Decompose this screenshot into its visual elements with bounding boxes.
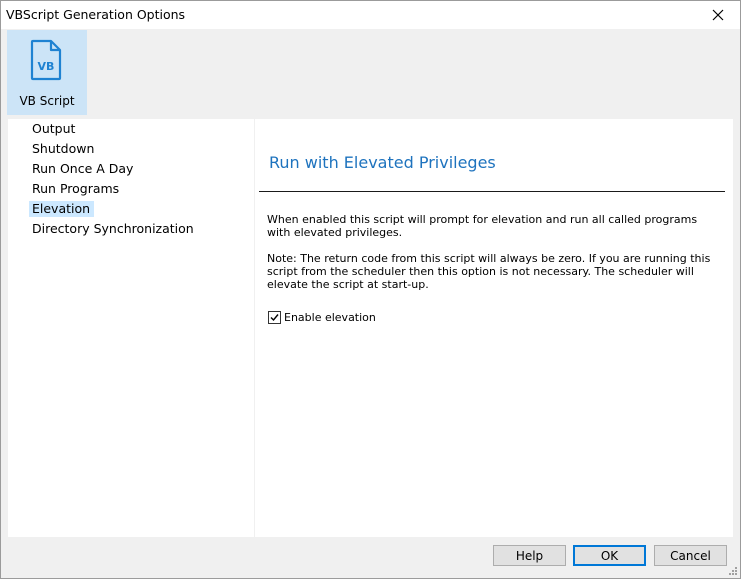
nav-item-shutdown[interactable]: Shutdown — [29, 141, 98, 157]
vb-icon-text: VB — [38, 60, 55, 73]
help-button[interactable]: Help — [493, 545, 566, 566]
vb-script-tab[interactable]: VB VB Script — [7, 30, 87, 115]
vb-script-file-icon: VB — [30, 39, 62, 81]
enable-elevation-checkbox[interactable] — [268, 311, 281, 324]
enable-elevation-label: Enable elevation — [284, 311, 376, 324]
nav-item-output[interactable]: Output — [29, 121, 79, 137]
note-text: Note: The return code from this script w… — [267, 252, 711, 291]
ok-button[interactable]: OK — [573, 545, 646, 566]
nav-item-run-programs[interactable]: Run Programs — [29, 181, 123, 197]
dialog-window: VBScript Generation Options VB VB Script… — [0, 0, 741, 579]
heading-divider — [259, 191, 725, 192]
elevation-settings-panel: Run with Elevated Privileges When enable… — [255, 119, 733, 537]
window-title: VBScript Generation Options — [6, 7, 186, 22]
title-bar: VBScript Generation Options — [1, 1, 740, 29]
enable-elevation-checkbox-row[interactable]: Enable elevation — [268, 311, 376, 324]
checkmark-icon — [270, 314, 279, 322]
section-heading: Run with Elevated Privileges — [269, 153, 496, 172]
options-nav-list: Output Shutdown Run Once A Day Run Progr… — [8, 119, 254, 537]
nav-item-elevation[interactable]: Elevation — [29, 201, 95, 217]
vb-script-tab-label: VB Script — [19, 94, 75, 108]
resize-grip-icon[interactable] — [728, 566, 738, 576]
description-text: When enabled this script will prompt for… — [267, 213, 698, 239]
cancel-button[interactable]: Cancel — [654, 545, 727, 566]
close-icon — [712, 9, 724, 21]
nav-item-directory-synchronization[interactable]: Directory Synchronization — [29, 221, 198, 237]
nav-item-run-once-a-day[interactable]: Run Once A Day — [29, 161, 137, 177]
close-button[interactable] — [696, 1, 740, 29]
